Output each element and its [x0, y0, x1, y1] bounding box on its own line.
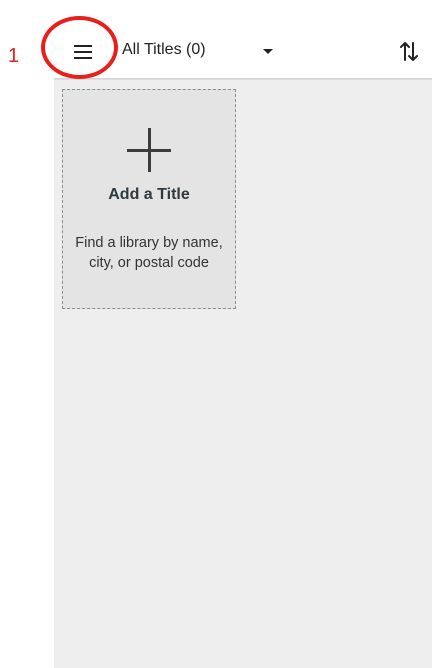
plus-icon — [127, 128, 171, 172]
hamburger-menu-icon-line — [74, 51, 92, 53]
add-title-heading: Add a Title — [108, 186, 190, 203]
hamburger-menu-icon-line — [74, 57, 92, 59]
app-screen: 1 All Titles (0) Add a Title Find a libr… — [0, 0, 432, 668]
content-area: Add a Title Find a library by name, city… — [54, 80, 432, 668]
menu-button[interactable] — [68, 40, 98, 64]
sort-arrows-icon — [400, 42, 418, 61]
add-title-card[interactable]: Add a Title Find a library by name, city… — [62, 89, 236, 309]
step-number-label: 1 — [8, 45, 20, 67]
sort-button[interactable] — [394, 36, 424, 66]
hamburger-menu-icon — [74, 45, 92, 47]
title-filter-dropdown[interactable]: All Titles (0) — [118, 36, 288, 66]
filter-label: All Titles (0) — [122, 41, 206, 58]
caret-down-icon — [263, 49, 273, 54]
add-title-description: Find a library by name, city, or postal … — [75, 235, 223, 271]
